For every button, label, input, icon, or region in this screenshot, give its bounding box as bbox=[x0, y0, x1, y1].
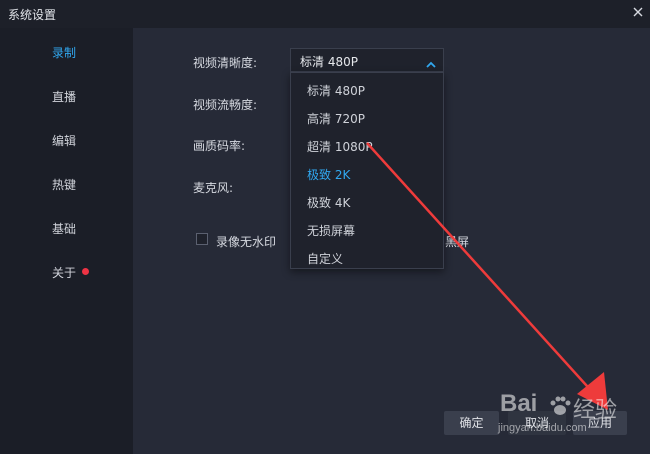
fluency-label: 视频流畅度: bbox=[193, 98, 258, 112]
quality-option[interactable]: 极致 4K bbox=[291, 187, 443, 215]
sidebar-item-live[interactable]: 直播 bbox=[0, 82, 133, 114]
partial-option-label: 黑屏 bbox=[445, 235, 470, 249]
sidebar-item-edit[interactable]: 编辑 bbox=[0, 126, 133, 158]
chevron-up-icon bbox=[425, 55, 437, 68]
title-bar: 系统设置 bbox=[0, 0, 650, 28]
sidebar-item-label: 直播 bbox=[52, 90, 77, 104]
sidebar-item-hotkey[interactable]: 热键 bbox=[0, 170, 133, 202]
notification-badge bbox=[82, 268, 89, 275]
sidebar-item-label: 录制 bbox=[52, 46, 77, 60]
close-icon[interactable] bbox=[630, 4, 646, 20]
quality-dropdown: 标清 480P 高清 720P 超清 1080P 极致 2K 极致 4K 无损屏… bbox=[290, 72, 444, 269]
quality-option[interactable]: 无损屏幕 bbox=[291, 215, 443, 243]
confirm-button[interactable]: 确定 bbox=[444, 411, 499, 435]
bitrate-label: 画质码率: bbox=[193, 139, 246, 153]
quality-select-value: 标清 480P bbox=[300, 55, 358, 69]
sidebar: 录制 直播 编辑 热键 基础 关于 bbox=[0, 28, 133, 454]
quality-option[interactable]: 高清 720P bbox=[291, 103, 443, 131]
quality-option-label: 自定义 bbox=[307, 252, 344, 266]
cancel-button[interactable]: 取消 bbox=[508, 411, 566, 435]
quality-option-label: 高清 720P bbox=[307, 112, 365, 126]
no-watermark-label: 录像无水印 bbox=[216, 235, 277, 249]
sidebar-item-label: 热键 bbox=[52, 178, 77, 192]
quality-option[interactable]: 自定义 bbox=[291, 243, 443, 271]
sidebar-item-label: 关于 bbox=[52, 266, 77, 280]
quality-option-label: 标清 480P bbox=[307, 84, 365, 98]
quality-option-label: 超清 1080P bbox=[307, 140, 373, 154]
sidebar-item-record[interactable]: 录制 bbox=[0, 38, 133, 70]
quality-option[interactable]: 极致 2K bbox=[291, 159, 443, 187]
no-watermark-checkbox[interactable] bbox=[196, 233, 208, 245]
quality-option-label: 无损屏幕 bbox=[307, 224, 356, 238]
mic-label: 麦克风: bbox=[193, 181, 234, 195]
sidebar-item-about[interactable]: 关于 bbox=[0, 258, 133, 290]
sidebar-item-basic[interactable]: 基础 bbox=[0, 214, 133, 246]
quality-option[interactable]: 标清 480P bbox=[291, 75, 443, 103]
window-title: 系统设置 bbox=[8, 8, 57, 22]
apply-button[interactable]: 应用 bbox=[573, 411, 627, 435]
quality-label: 视频清晰度: bbox=[193, 56, 258, 70]
sidebar-item-label: 编辑 bbox=[52, 134, 77, 148]
quality-option[interactable]: 超清 1080P bbox=[291, 131, 443, 159]
quality-option-label: 极致 2K bbox=[307, 168, 351, 182]
sidebar-item-label: 基础 bbox=[52, 222, 77, 236]
quality-select[interactable]: 标清 480P bbox=[290, 48, 444, 72]
quality-option-label: 极致 4K bbox=[307, 196, 351, 210]
